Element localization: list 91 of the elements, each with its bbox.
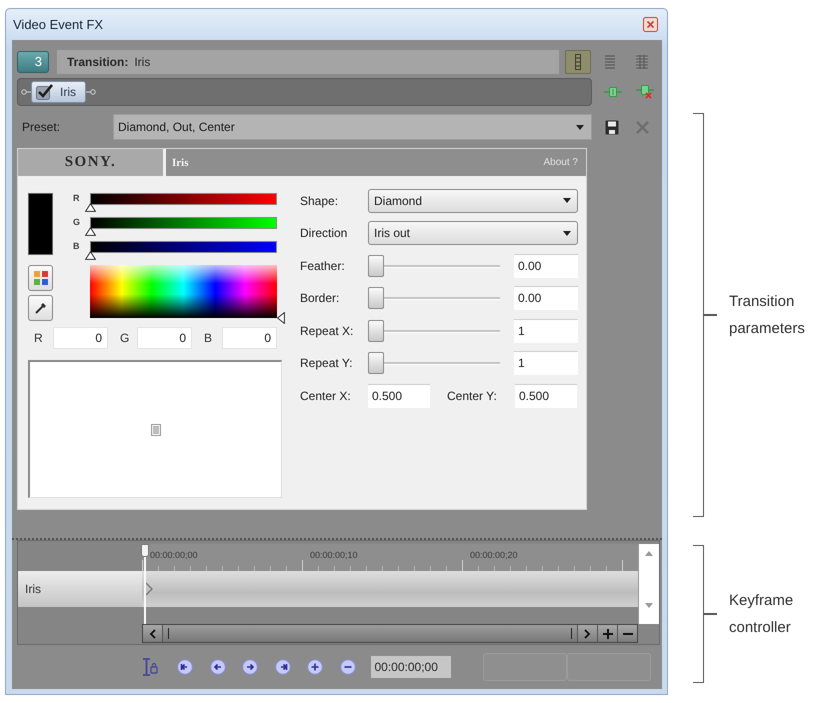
keyframe-icon[interactable] [145, 582, 153, 596]
channel-label: G [73, 217, 82, 229]
vertical-scrollbar[interactable] [638, 544, 659, 624]
channel-label: R [73, 193, 80, 205]
slider-thumb[interactable] [368, 352, 384, 374]
channel-label: B [73, 241, 80, 253]
param-label: Center X: [300, 388, 352, 402]
time-field[interactable]: 00:00:00;00 [370, 656, 450, 678]
scroll-right-button[interactable] [578, 625, 597, 642]
track-header[interactable]: Iris [18, 571, 142, 607]
chevron-left-icon [149, 628, 156, 638]
annotation-label: Transition parameters [729, 292, 806, 339]
scroll-up-icon[interactable] [645, 551, 653, 556]
value-field[interactable]: 0 [137, 326, 192, 348]
timecode-label: 00:00:00;00 [150, 550, 198, 560]
minus-icon[interactable] [340, 659, 356, 675]
param-label: Feather: [300, 258, 346, 272]
chevron-right-icon [584, 628, 591, 638]
color-spectrum[interactable] [90, 265, 277, 318]
column-view-icon [572, 54, 584, 70]
param-label: Shape: [300, 194, 340, 208]
plugin-remove-icon[interactable] [636, 85, 654, 99]
slider-thumb[interactable] [368, 320, 384, 342]
param-label: Repeat Y: [300, 356, 354, 370]
palette-icon [32, 270, 48, 286]
preset-dropdown[interactable]: Diamond, Out, Center [113, 114, 592, 140]
value-field[interactable]: 1 [514, 351, 578, 375]
caret-icon [563, 230, 571, 236]
slider-thumb[interactable] [368, 254, 384, 276]
param-dropdown[interactable]: Diamond [368, 188, 578, 212]
timecode-label: 00:00:00;10 [310, 550, 358, 560]
plugin-button[interactable]: Iris [31, 81, 86, 103]
value-field[interactable]: 0 [53, 326, 108, 348]
save-icon[interactable] [605, 120, 619, 134]
value-field[interactable]: 0 [222, 326, 277, 348]
value-field[interactable]: 0.00 [514, 254, 578, 278]
checkbox-icon[interactable] [36, 84, 54, 100]
slider-thumb-icon[interactable] [85, 203, 96, 212]
value-field[interactable]: 0.500 [515, 384, 577, 408]
text-cursor-icon[interactable] [140, 657, 160, 677]
param-dropdown[interactable]: Iris out [368, 221, 578, 245]
transition-name: Iris [134, 55, 150, 69]
playhead[interactable] [141, 544, 149, 624]
marker-icon[interactable] [277, 312, 285, 324]
param-label: Border: [300, 291, 340, 305]
plugin-title: Iris [172, 156, 188, 168]
zoom-in-button[interactable] [598, 625, 617, 642]
preset-label: Preset: [21, 120, 62, 134]
caret-icon [563, 198, 571, 203]
palette-button[interactable] [28, 265, 53, 291]
slider-track[interactable] [368, 286, 500, 310]
plus-icon [602, 628, 612, 638]
track-label: Iris [25, 582, 41, 596]
param-label: Direction [300, 226, 348, 240]
transition-label: Transition: [67, 55, 128, 69]
slider-track[interactable] [368, 318, 500, 342]
value-field[interactable]: 0.500 [368, 384, 430, 408]
track-number-badge: 3 [17, 51, 49, 73]
slider-thumb-icon[interactable] [85, 227, 96, 236]
plus-icon[interactable] [307, 659, 323, 675]
param-label: Center Y: [447, 388, 498, 402]
annotation-label: Keyframe controller [729, 591, 794, 638]
value-field[interactable]: 1 [514, 318, 578, 342]
slider-track[interactable] [368, 254, 500, 278]
channel-label: G [119, 330, 130, 344]
value-field[interactable]: 0.00 [514, 286, 578, 310]
zoom-out-button[interactable] [618, 625, 637, 642]
view-toggle-button[interactable] [565, 50, 591, 74]
channel-label: R [33, 330, 44, 344]
horizontal-scrollbar[interactable] [142, 624, 638, 643]
scroll-left-button[interactable] [143, 625, 162, 642]
eyedropper-icon [34, 301, 48, 315]
scroll-thumb[interactable] [163, 625, 577, 642]
param-label: Repeat X: [300, 324, 354, 338]
connector-icon [21, 89, 31, 95]
caret-icon [576, 124, 584, 130]
close-icon[interactable] [643, 17, 658, 32]
timecode-label: 00:00:00;20 [470, 550, 518, 560]
grid-view-icon [635, 54, 649, 70]
connector-icon [86, 89, 96, 95]
slider-thumb[interactable] [368, 287, 384, 309]
channel-label: B [203, 330, 214, 344]
document-icon [150, 424, 160, 436]
list-view-icon [604, 54, 616, 70]
window-title: Video Event FX [13, 17, 104, 32]
logo-text: SONY. [64, 154, 116, 171]
slider-thumb-icon[interactable] [85, 251, 96, 260]
scroll-down-icon[interactable] [645, 603, 653, 608]
eyedropper-button[interactable] [28, 295, 53, 321]
slider-track[interactable] [368, 351, 500, 375]
color-swatch [28, 193, 53, 255]
